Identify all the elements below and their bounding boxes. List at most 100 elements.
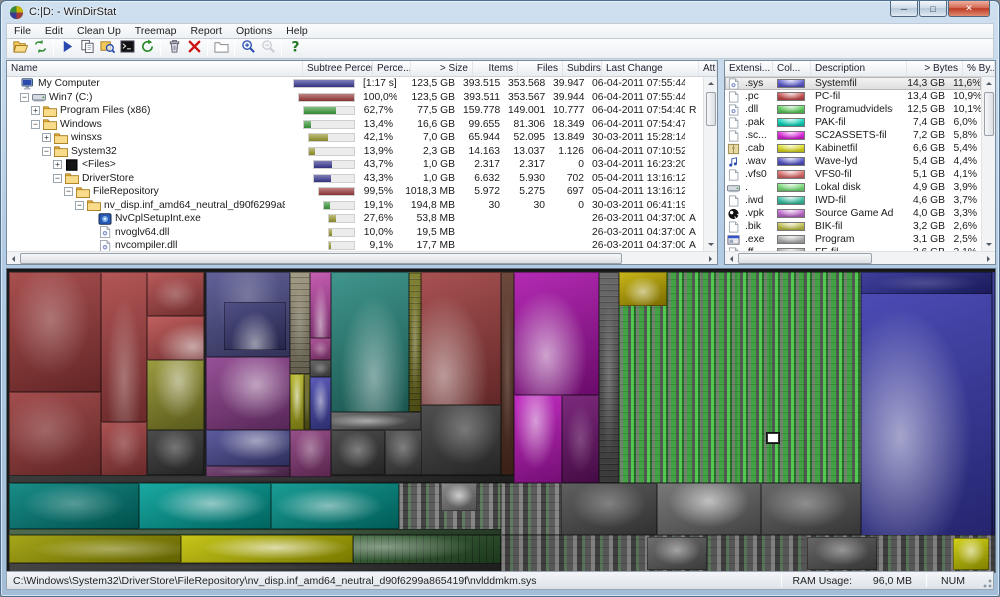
treemap-cell[interactable]	[501, 535, 996, 572]
treemap-cell[interactable]	[953, 538, 989, 570]
extension-row[interactable]: .wavWave-lyd5,4 GB4,4%	[725, 155, 981, 168]
close-button[interactable]: ✕	[948, 1, 990, 17]
command-prompt-button[interactable]	[117, 40, 137, 58]
zoom-in-button[interactable]	[238, 40, 258, 58]
treemap-cell[interactable]	[647, 537, 707, 570]
treemap-cell[interactable]	[310, 377, 331, 430]
collapse-icon[interactable]: −	[20, 93, 29, 102]
ext-vertical-scrollbar[interactable]	[981, 77, 995, 251]
treemap-cell[interactable]	[290, 374, 304, 430]
copy-button[interactable]	[77, 40, 97, 58]
treemap-cell[interactable]	[310, 338, 331, 360]
treemap-cell[interactable]	[147, 430, 204, 475]
tree-vertical-scrollbar[interactable]	[703, 77, 717, 251]
tree-row[interactable]: My Computer[1:17 s]123,5 GB393.515353.56…	[7, 77, 703, 91]
tree-header-perce[interactable]: Perce...	[373, 61, 411, 76]
treemap-cell[interactable]	[290, 430, 331, 477]
treemap-cell[interactable]	[147, 360, 204, 430]
tree-vscroll-thumb[interactable]	[706, 92, 716, 126]
extension-row[interactable]: .exeProgram3,1 GB2,5%	[725, 233, 981, 246]
treemap-cell[interactable]	[139, 483, 271, 529]
ext-header-description[interactable]: Description	[811, 61, 907, 76]
treemap-cell[interactable]	[290, 272, 310, 374]
scroll-right-icon[interactable]	[704, 252, 717, 265]
expand-icon[interactable]: +	[42, 133, 51, 142]
tree-header-last-change[interactable]: Last Change	[602, 61, 699, 76]
scroll-right-icon[interactable]	[982, 252, 995, 265]
treemap-cell[interactable]	[271, 483, 399, 529]
expand-icon[interactable]: +	[31, 106, 40, 115]
treemap-cell[interactable]	[421, 272, 501, 405]
tree-row[interactable]: NvCplSetupInt.exe27,6%53,8 MB26-03-2011 …	[7, 212, 703, 226]
treemap-cell[interactable]	[441, 483, 477, 511]
extension-row[interactable]: .pcPC-fil13,4 GB10,9%	[725, 90, 981, 103]
treemap-cell[interactable]	[310, 360, 331, 377]
treemap-cell[interactable]	[147, 272, 204, 316]
extension-row[interactable]: .pakPAK-fil7,4 GB6,0%	[725, 116, 981, 129]
expand-icon[interactable]: +	[53, 160, 62, 169]
treemap-cell[interactable]	[206, 357, 290, 430]
treemap-cell[interactable]	[861, 272, 992, 294]
treemap-cell[interactable]	[9, 535, 181, 563]
scroll-left-icon[interactable]	[725, 252, 738, 265]
treemap-cell[interactable]	[9, 483, 139, 529]
extension-row[interactable]: .iwdIWD-fil4,6 GB3,7%	[725, 194, 981, 207]
treemap-cell[interactable]	[224, 302, 286, 350]
treemap-cell[interactable]	[807, 537, 877, 570]
treemap-cell[interactable]	[331, 412, 421, 430]
treemap-cell[interactable]	[353, 535, 501, 565]
ext-hscroll-thumb[interactable]	[738, 253, 872, 264]
tree-horizontal-scrollbar[interactable]	[7, 251, 717, 264]
tree-header-items[interactable]: Items	[473, 61, 518, 76]
treemap-cell[interactable]	[9, 392, 101, 477]
treemap-cell[interactable]	[310, 272, 331, 338]
tree-header-subdirs[interactable]: Subdirs	[563, 61, 602, 76]
collapse-icon[interactable]: −	[75, 201, 84, 210]
tree-row[interactable]: nvoglv64.dll10,0%19,5 MB26-03-2011 04:37…	[7, 226, 703, 240]
ext-header-by[interactable]: % By..	[963, 61, 995, 76]
extension-row[interactable]: .dllProgramudvidelse12,5 GB10,1%	[725, 103, 981, 116]
tree-row[interactable]: −System3213,9%2,3 GB14.16313.0371.12606-…	[7, 145, 703, 159]
tree-header-subtree-percent[interactable]: Subtree Percent...	[303, 61, 373, 76]
menu-edit[interactable]: Edit	[38, 24, 70, 38]
treemap-cell[interactable]	[514, 272, 599, 395]
treemap-cell[interactable]	[331, 272, 409, 412]
tree-header-files[interactable]: Files	[518, 61, 563, 76]
extension-row[interactable]: .vpkSource Game Add-on4,0 GB3,3%	[725, 207, 981, 220]
zoom-out-button[interactable]	[258, 40, 278, 58]
tree-header-size[interactable]: > Size	[411, 61, 473, 76]
extension-row[interactable]: .bikBIK-fil3,2 GB2,6%	[725, 220, 981, 233]
tree-row[interactable]: −Windows13,4%16,6 GB99.65581.30618.34906…	[7, 118, 703, 132]
treemap-cell[interactable]	[561, 483, 657, 535]
treemap-cell[interactable]	[501, 272, 514, 475]
tree-header-attri[interactable]: Attri..	[699, 61, 717, 76]
menu-treemap[interactable]: Treemap	[128, 24, 184, 38]
treemap-cell[interactable]	[619, 272, 667, 306]
treemap-cell[interactable]	[385, 430, 425, 475]
treemap-cell[interactable]	[206, 430, 290, 466]
treemap-cell[interactable]	[181, 535, 353, 563]
scroll-down-icon[interactable]	[704, 238, 717, 251]
scroll-up-icon[interactable]	[982, 77, 995, 90]
collapse-icon[interactable]: −	[31, 120, 40, 129]
scroll-left-icon[interactable]	[7, 252, 20, 265]
open-button[interactable]	[10, 40, 30, 58]
treemap-cell[interactable]	[206, 466, 290, 477]
scroll-down-icon[interactable]	[982, 238, 995, 251]
treemap-cell[interactable]	[514, 395, 562, 483]
tree-row[interactable]: +winsxs42,1%7,0 GB65.94452.09513.84930-0…	[7, 131, 703, 145]
collapse-icon[interactable]: −	[42, 147, 51, 156]
treemap-cell[interactable]	[331, 430, 385, 475]
delete-button[interactable]	[184, 40, 204, 58]
treemap-cell[interactable]	[101, 422, 147, 477]
ext-header-extensi[interactable]: Extensi...	[725, 61, 773, 76]
tree-row[interactable]: −DriverStore43,3%1,0 GB6.6325.93070205-0…	[7, 172, 703, 186]
treemap-cell[interactable]	[657, 483, 761, 535]
refresh-selected-button[interactable]	[137, 40, 157, 58]
extension-row[interactable]: .Lokal disk4,9 GB3,9%	[725, 181, 981, 194]
tree-row[interactable]: +<Files>43,7%1,0 GB2.3172.317003-04-2011…	[7, 158, 703, 172]
extension-row[interactable]: .cabKabinetfil6,6 GB5,4%	[725, 142, 981, 155]
maximize-button[interactable]: □	[919, 1, 947, 17]
tree-row[interactable]: −FileRepository99,5%1018,3 MB5.9725.2756…	[7, 185, 703, 199]
cleanup-button[interactable]	[164, 40, 184, 58]
